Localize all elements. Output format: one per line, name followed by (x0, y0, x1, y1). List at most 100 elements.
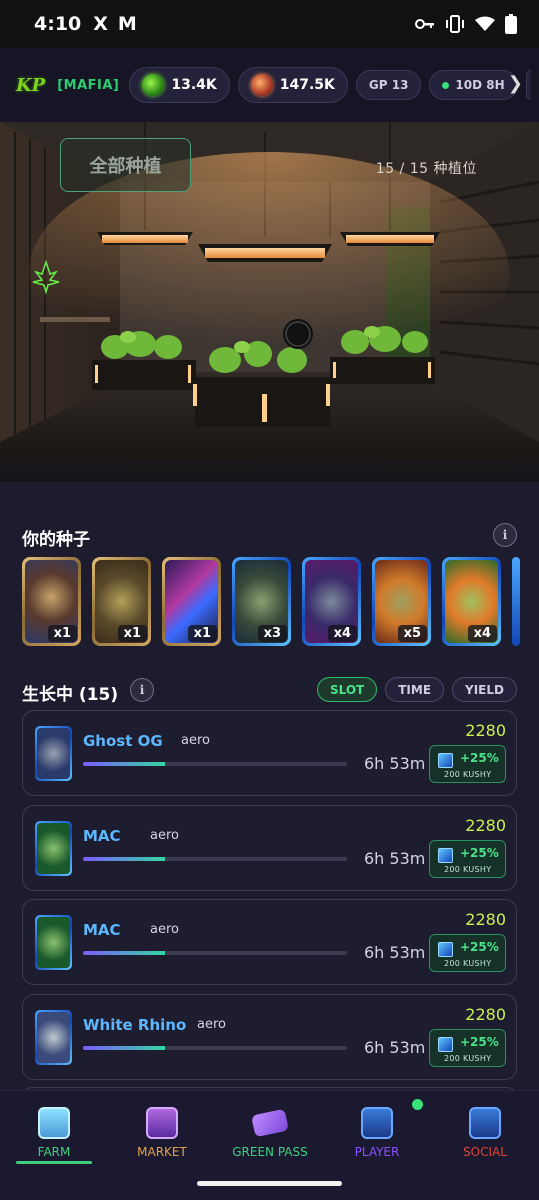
live-dot-icon (442, 81, 450, 89)
growth-progress-bar (83, 857, 347, 861)
battery-icon (505, 14, 517, 34)
plant-name: MAC (83, 921, 121, 939)
player-notification-dot (412, 1099, 423, 1110)
seed-card[interactable]: x1 (162, 557, 221, 646)
nav-green-pass[interactable]: GREEN PASS (216, 1091, 324, 1166)
green-coin-icon (142, 74, 165, 96)
seeds-section-title: 你的种子 (22, 530, 90, 550)
season-timer-pill[interactable]: 10D 8H (429, 70, 518, 100)
plant-name: MAC (83, 827, 121, 845)
sort-tab-slot[interactable]: SLOT (316, 677, 378, 702)
app-root: 4:10 X M KP [MAFIA] 13.4K 147.5K GP 13 1… (0, 0, 539, 1200)
wifi-icon (475, 16, 495, 31)
plant-yield: 2280 (465, 721, 506, 740)
nav-market[interactable]: MARKET (108, 1091, 216, 1166)
seed-qty: x4 (327, 625, 357, 642)
boost-button[interactable]: +25% 200 KUSHY (429, 1029, 506, 1067)
clan-tag[interactable]: [MAFIA] (57, 78, 119, 93)
sort-tab-time[interactable]: TIME (385, 677, 445, 702)
seed-card[interactable]: x5 (372, 557, 431, 646)
seed-card[interactable]: x1 (22, 557, 81, 646)
slots-counter: 15 / 15 种植位 (375, 161, 477, 177)
growing-plant-card[interactable]: MAC aero 6h 53m 2280 +25% 200 KUSHY (22, 805, 517, 891)
plant-thumbnail (35, 821, 72, 876)
boost-button[interactable]: +25% 200 KUSHY (429, 840, 506, 878)
grow-room-scene: 全部种植 15 / 15 种植位 (0, 122, 539, 482)
boost-cost: 200 KUSHY (444, 959, 492, 968)
growth-progress-fill (83, 857, 165, 861)
active-tab-indicator (16, 1161, 92, 1164)
plant-owner: aero (150, 922, 179, 937)
plant-name: White Rhino (83, 1016, 187, 1034)
growth-progress-bar (83, 951, 347, 955)
boost-card-icon (438, 753, 453, 768)
boost-cost: 200 KUSHY (444, 770, 492, 779)
market-icon (146, 1107, 178, 1139)
boost-button[interactable]: +25% 200 KUSHY (429, 745, 506, 783)
kushy-currency-value: 147.5K (279, 77, 335, 93)
x-app-icon: X (93, 13, 108, 35)
boost-percent: +25% (460, 751, 499, 765)
boost-card-icon (438, 942, 453, 957)
boost-percent: +25% (460, 846, 499, 860)
vibrate-icon (446, 15, 464, 33)
green-currency-pill[interactable]: 13.4K (129, 67, 230, 103)
gp-level-pill[interactable]: GP 13 (355, 70, 422, 100)
top-header: KP [MAFIA] 13.4K 147.5K GP 13 10D 8H ❯ (0, 48, 539, 122)
status-bar: 4:10 X M (0, 0, 539, 48)
kushy-coin-icon (250, 74, 273, 96)
growing-info-icon[interactable]: i (130, 678, 154, 702)
seed-qty: x5 (397, 625, 427, 642)
boost-button[interactable]: +25% 200 KUSHY (429, 934, 506, 972)
green-pass-icon (251, 1108, 289, 1138)
social-icon (469, 1107, 501, 1139)
sort-tab-yield[interactable]: YIELD (452, 677, 517, 702)
nav-player-label: PLAYER (354, 1145, 400, 1159)
nav-social[interactable]: SOCIAL (431, 1091, 539, 1166)
seeds-info-icon[interactable]: i (493, 523, 517, 547)
gp-level-value: GP 13 (368, 78, 409, 92)
boost-card-icon (438, 848, 453, 863)
plant-yield: 2280 (465, 816, 506, 835)
seed-qty: x1 (187, 625, 217, 642)
growing-plant-card[interactable]: Ghost OG aero 6h 53m 2280 +25% 200 KUSHY (22, 710, 517, 796)
growth-progress-fill (83, 1046, 165, 1050)
plant-thumbnail (35, 915, 72, 970)
growing-plant-card[interactable]: MAC aero 6h 53m 2280 +25% 200 KUSHY (22, 899, 517, 985)
green-currency-value: 13.4K (171, 77, 217, 93)
plant-time-left: 6h 53m (364, 943, 426, 962)
boost-percent: +25% (460, 1035, 499, 1049)
plant-thumbnail (35, 1010, 72, 1065)
seed-card[interactable]: x1 (92, 557, 151, 646)
nav-market-label: MARKET (137, 1145, 187, 1159)
seed-card[interactable]: x4 (302, 557, 361, 646)
growing-plant-card[interactable]: White Rhino aero 6h 53m 2280 +25% 200 KU… (22, 994, 517, 1080)
chevron-right-icon[interactable]: ❯ (508, 73, 523, 94)
plant-yield: 2280 (465, 910, 506, 929)
plant-owner: aero (181, 733, 210, 748)
nav-social-label: SOCIAL (463, 1145, 507, 1159)
sort-tabs: SLOT TIME YIELD (316, 677, 517, 702)
kushy-currency-pill[interactable]: 147.5K (237, 67, 348, 103)
farm-icon (38, 1107, 70, 1139)
boost-cost: 200 KUSHY (444, 865, 492, 874)
plant-owner: aero (197, 1017, 226, 1032)
player-icon (361, 1107, 393, 1139)
boost-card-icon (438, 1037, 453, 1052)
plant-all-button[interactable]: 全部种植 (60, 138, 191, 192)
nav-farm[interactable]: FARM (0, 1091, 108, 1166)
seed-card[interactable]: x4 (442, 557, 501, 646)
seed-qty: x4 (467, 625, 497, 642)
seed-qty: x3 (257, 625, 287, 642)
plant-time-left: 6h 53m (364, 849, 426, 868)
gmail-app-icon: M (117, 13, 137, 35)
more-pill-edge (525, 70, 531, 100)
seed-card-partial[interactable] (512, 557, 520, 646)
seeds-row[interactable]: x1 x1 x1 x3 x4 x5 x4 (22, 557, 539, 647)
home-indicator[interactable] (197, 1181, 342, 1186)
plant-thumbnail (35, 726, 72, 781)
nav-farm-label: FARM (37, 1145, 71, 1159)
growth-progress-bar (83, 1046, 347, 1050)
plant-time-left: 6h 53m (364, 1038, 426, 1057)
seed-card[interactable]: x3 (232, 557, 291, 646)
